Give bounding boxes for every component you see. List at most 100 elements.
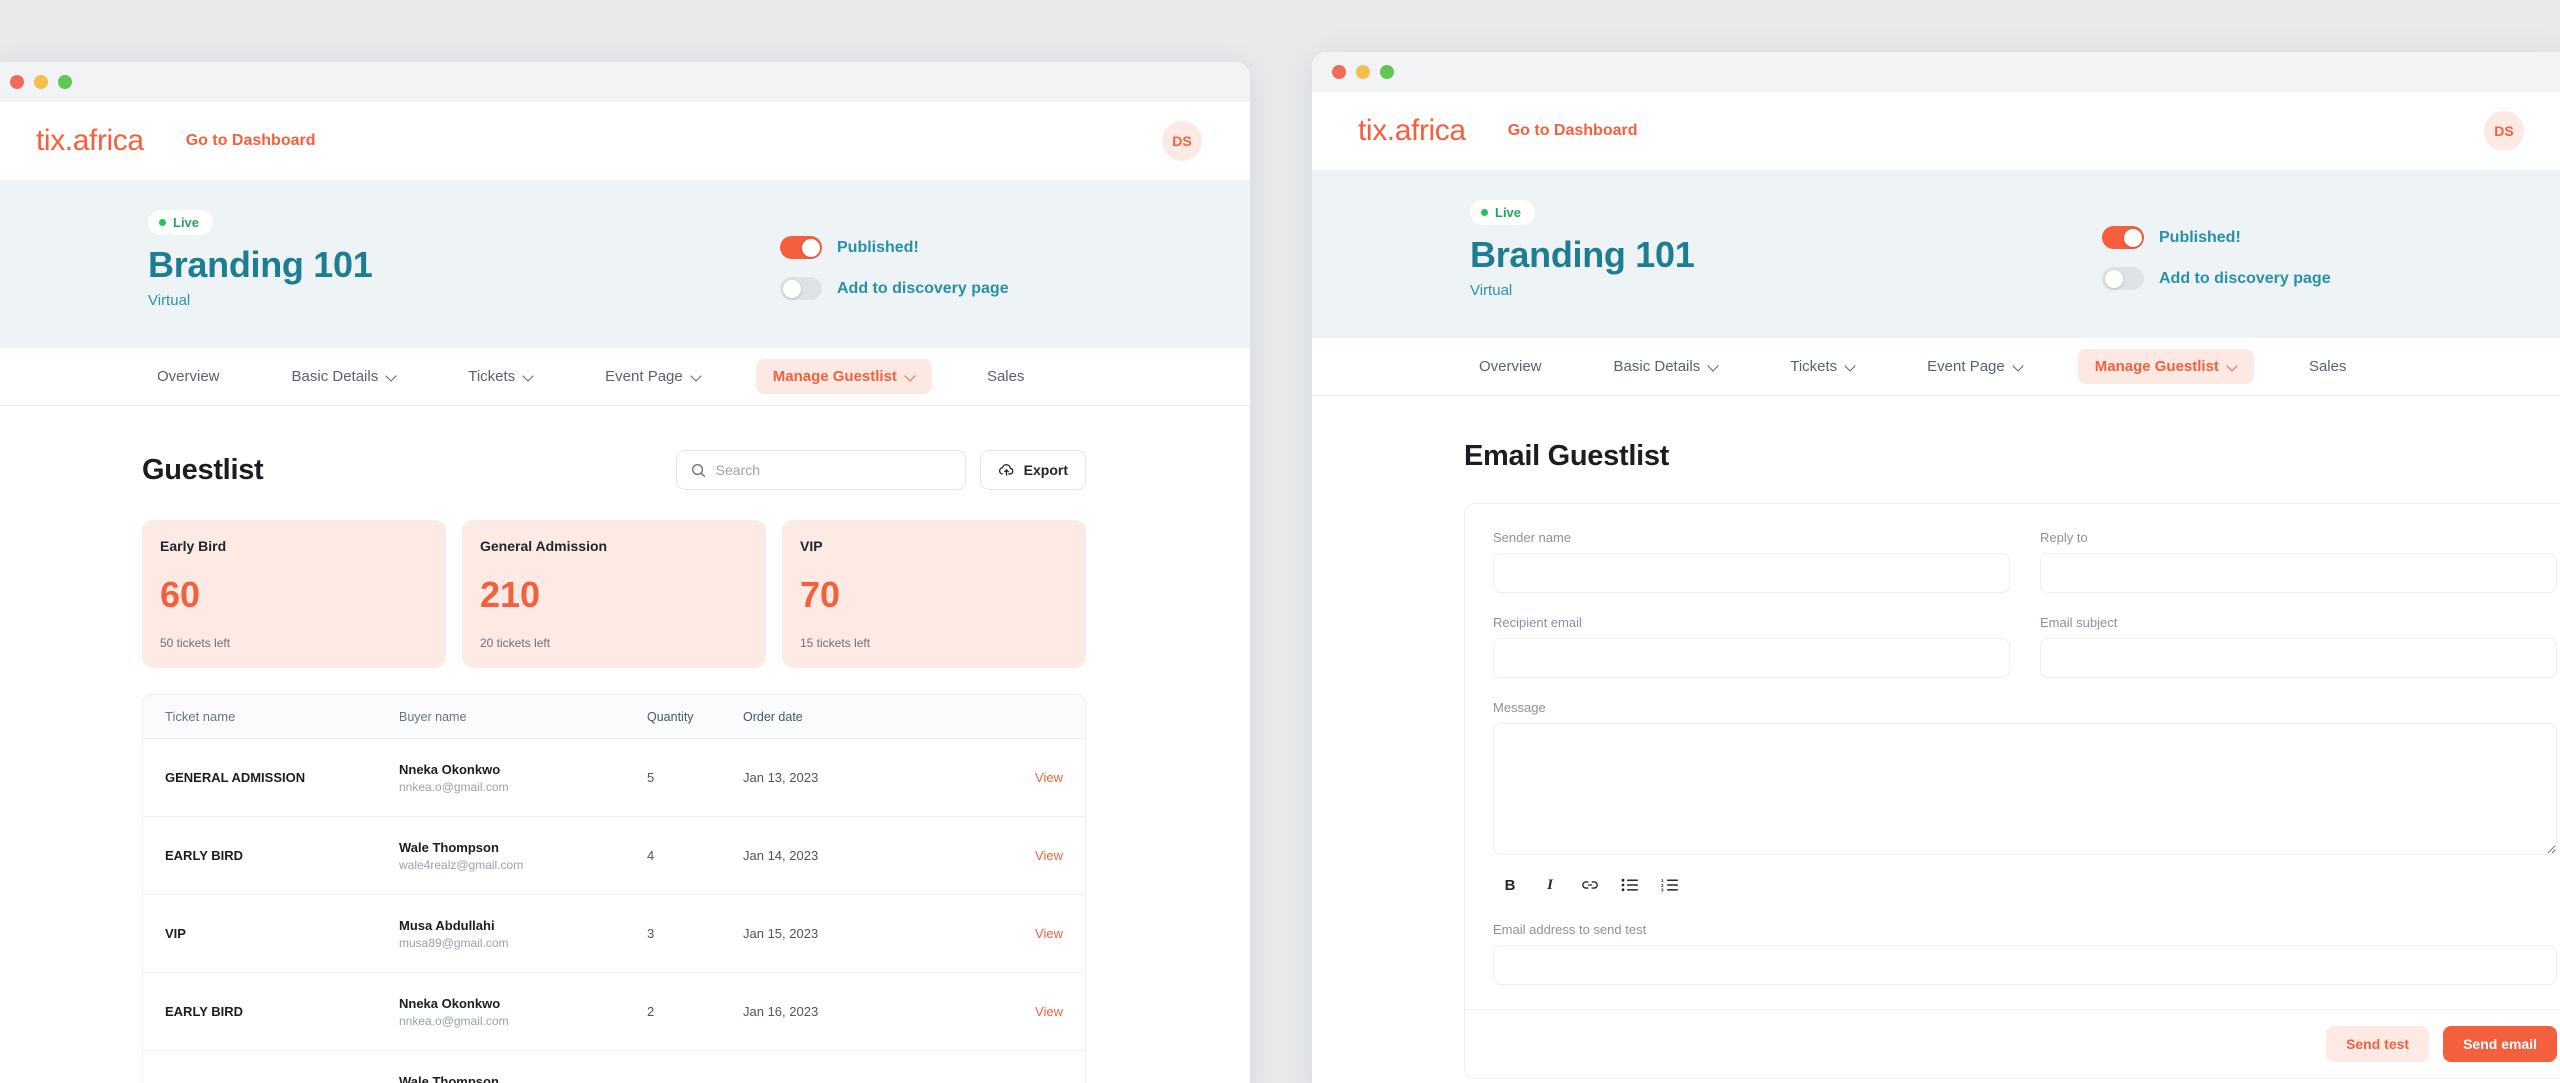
link-icon[interactable] (1579, 874, 1601, 896)
tab-overview[interactable]: Overview (1462, 349, 1559, 384)
page-title: Branding 101 (148, 244, 373, 285)
discovery-toggle-row: Add to discovery page (780, 277, 1009, 300)
numbered-list-icon[interactable]: 1 2 3 (1659, 874, 1681, 896)
message-textarea[interactable] (1493, 723, 2557, 855)
cell-buyer: Nneka Okonkwo nnkea.o@gmail.com (399, 996, 647, 1028)
guestlist-table: Ticket name Buyer name Quantity Order da… (142, 694, 1086, 1083)
tab-sales[interactable]: Sales (2292, 349, 2364, 384)
right-content: Email Guestlist Sender name Reply to Rec… (1312, 396, 2560, 1079)
view-link[interactable]: View (1035, 1004, 1063, 1019)
toggle-knob (801, 238, 820, 257)
cell-quantity: 4 (647, 848, 655, 863)
tab-overview[interactable]: Overview (140, 359, 237, 394)
email-form-card: Sender name Reply to Recipient email Ema… (1464, 503, 2560, 1079)
tab-basic-details[interactable]: Basic Details (1597, 349, 1736, 384)
buyer-name: Wale Thompson (399, 839, 499, 855)
tab-label: Sales (2308, 358, 2347, 375)
view-link[interactable]: View (1035, 770, 1063, 785)
add-to-discovery-toggle[interactable] (780, 277, 822, 300)
published-toggle[interactable] (2102, 226, 2144, 249)
tab-label: Tickets (1790, 358, 1838, 375)
column-header-quantity: Quantity (647, 709, 694, 724)
tab-tickets[interactable]: Tickets (451, 359, 550, 394)
minimize-window-dot[interactable] (34, 75, 48, 89)
reply-to-field-group: Reply to (2040, 530, 2557, 593)
tab-label: Basic Details (1613, 358, 1701, 375)
maximize-window-dot[interactable] (1380, 65, 1394, 79)
go-to-dashboard-link[interactable]: Go to Dashboard (186, 132, 316, 150)
column-header-buyer-name: Buyer name (399, 709, 467, 724)
tix-africa-logo[interactable]: tix.africa (1358, 114, 1466, 148)
published-toggle-label: Published! (2159, 228, 2241, 246)
table-row[interactable]: GENERAL ADMISSION Nneka Okonkwo nnkea.o@… (143, 739, 1085, 817)
tab-event-page[interactable]: Event Page (1910, 349, 2040, 384)
add-to-discovery-toggle[interactable] (2102, 267, 2144, 290)
stat-tickets-left: 20 tickets left (480, 636, 551, 650)
buyer-email: wale4realz@gmail.com (399, 857, 524, 872)
cell-order-date: Jan 13, 2023 (743, 770, 819, 785)
guestlist-title: Guestlist (142, 453, 264, 486)
export-button[interactable]: Export (979, 450, 1086, 490)
cell-buyer: Wale Thompson wale4realz@gmail.com (399, 840, 647, 872)
tab-tickets[interactable]: Tickets (1773, 349, 1872, 384)
column-header-ticket-name: Ticket name (165, 709, 236, 724)
close-window-dot[interactable] (1332, 65, 1346, 79)
search-input[interactable]: Search (675, 450, 966, 490)
send-test-button[interactable]: Send test (2326, 1026, 2430, 1062)
table-row[interactable]: VIP Musa Abdullahi musa89@gmail.com 3 Ja… (143, 895, 1085, 973)
close-window-dot[interactable] (10, 75, 24, 89)
status-badge: Live (148, 210, 214, 235)
buyer-email: nnkea.o@gmail.com (399, 1013, 509, 1028)
chevron-down-icon (2014, 362, 2023, 371)
bullet-list-icon[interactable] (1619, 874, 1641, 896)
stat-tickets-left: 15 tickets left (800, 636, 871, 650)
published-toggle-row: Published! (2102, 226, 2331, 249)
view-link[interactable]: View (1035, 926, 1063, 941)
tab-manage-guestlist[interactable]: Manage Guestlist (755, 359, 932, 394)
go-to-dashboard-link[interactable]: Go to Dashboard (1508, 122, 1638, 140)
buyer-name: Nneka Okonkwo (399, 995, 501, 1011)
italic-icon[interactable]: I (1539, 874, 1561, 896)
discovery-toggle-row: Add to discovery page (2102, 267, 2331, 290)
tab-label: Event Page (1927, 358, 2005, 375)
test-email-field-group: Email address to send test (1493, 922, 2557, 985)
toggle-knob (2123, 228, 2142, 247)
stat-card-general-admission: General Admission 210 20 tickets left (462, 520, 766, 668)
email-guestlist-title: Email Guestlist (1464, 440, 1670, 472)
left-content: Guestlist Search Export Early Bird 60 50… (0, 406, 1250, 1083)
sender-name-input[interactable] (1493, 553, 2010, 593)
table-row[interactable]: EARLY BIRD Nneka Okonkwo nnkea.o@gmail.c… (143, 973, 1085, 1051)
chevron-down-icon (906, 372, 915, 381)
rich-text-toolbar: B I 1 2 3 (1499, 874, 2557, 896)
tab-manage-guestlist[interactable]: Manage Guestlist (2077, 349, 2254, 384)
table-row[interactable]: EARLY BIRD Wale Thompson wale4realz@gmai… (143, 817, 1085, 895)
send-email-button[interactable]: Send email (2443, 1026, 2557, 1062)
avatar[interactable]: DS (1162, 121, 1202, 161)
table-row[interactable]: VIP Wale Thompson wale4realz@gmail.com 1… (143, 1051, 1085, 1083)
recipient-email-input[interactable] (1493, 638, 2010, 678)
cell-buyer: Wale Thompson wale4realz@gmail.com (399, 1074, 647, 1083)
tix-africa-logo[interactable]: tix.africa (36, 124, 144, 158)
tab-label: Event Page (605, 368, 683, 385)
desktop-background: tix.africa Go to Dashboard DS Live Brand… (0, 0, 2560, 1083)
cell-ticket-name: EARLY BIRD (165, 848, 244, 863)
test-email-input[interactable] (1493, 945, 2557, 985)
reply-to-input[interactable] (2040, 553, 2557, 593)
minimize-window-dot[interactable] (1356, 65, 1370, 79)
avatar[interactable]: DS (2484, 111, 2524, 151)
tab-basic-details[interactable]: Basic Details (275, 359, 414, 394)
email-subject-input[interactable] (2040, 638, 2557, 678)
stat-card-early-bird: Early Bird 60 50 tickets left (142, 520, 446, 668)
email-subject-field-group: Email subject (2040, 615, 2557, 678)
recipient-email-field-group: Recipient email (1493, 615, 2010, 678)
cell-order-date: Jan 15, 2023 (743, 926, 819, 941)
bold-icon[interactable]: B (1499, 874, 1521, 896)
tab-event-page[interactable]: Event Page (588, 359, 718, 394)
tab-sales[interactable]: Sales (970, 359, 1042, 394)
maximize-window-dot[interactable] (58, 75, 72, 89)
email-form-footer: Send test Send email (1465, 1009, 2560, 1078)
view-link[interactable]: View (1035, 848, 1063, 863)
published-toggle[interactable] (780, 236, 822, 259)
event-subtitle: Virtual (148, 292, 191, 309)
cell-buyer: Musa Abdullahi musa89@gmail.com (399, 918, 647, 950)
